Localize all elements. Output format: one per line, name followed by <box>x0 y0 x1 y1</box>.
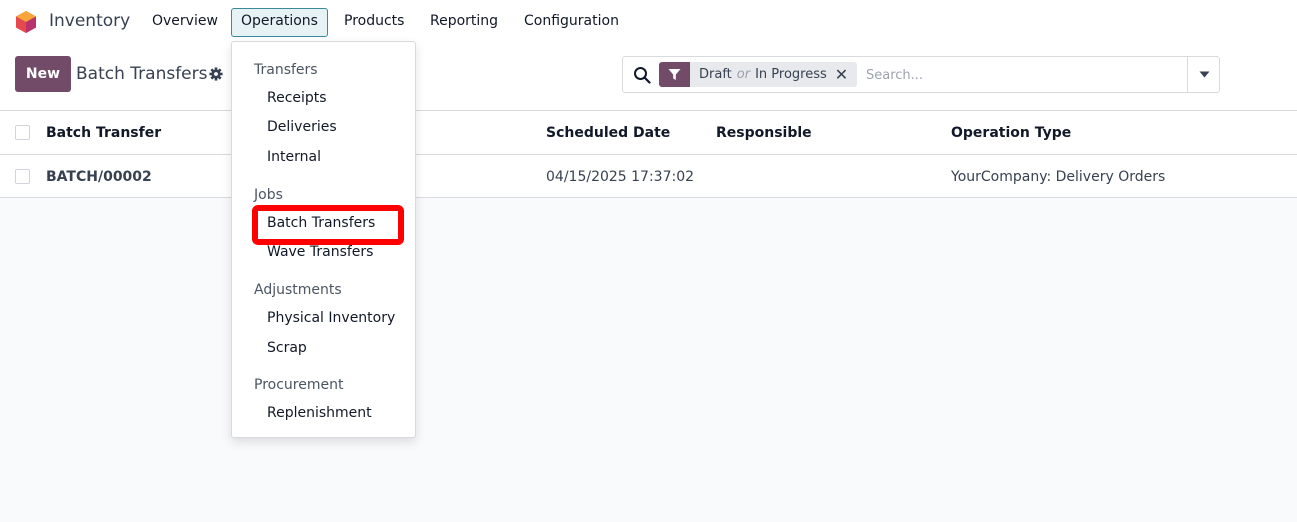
menu-item-physical-inventory[interactable]: Physical Inventory <box>267 310 395 326</box>
new-button[interactable]: New <box>15 56 71 92</box>
menu-item-deliveries[interactable]: Deliveries <box>267 119 337 135</box>
menu-section-procurement: Procurement <box>254 377 344 393</box>
page-title: Batch Transfers <box>76 64 208 84</box>
gear-icon[interactable] <box>209 67 223 81</box>
table-header: Batch Transfer Scheduled Date Responsibl… <box>0 110 1297 154</box>
cell-scheduled-date: 04/15/2025 17:37:02 <box>546 169 695 185</box>
nav-menu-reporting[interactable]: Reporting <box>430 13 498 29</box>
nav-menu-overview[interactable]: Overview <box>152 13 218 29</box>
operations-dropdown-menu: Transfers Receipts Deliveries Internal J… <box>231 41 416 438</box>
app-name[interactable]: Inventory <box>49 11 130 31</box>
menu-item-wave-transfers[interactable]: Wave Transfers <box>267 244 373 260</box>
menu-section-jobs: Jobs <box>254 187 283 203</box>
column-header-batch-transfer[interactable]: Batch Transfer <box>46 125 161 141</box>
menu-item-internal[interactable]: Internal <box>267 149 321 165</box>
batch-transfers-table: Batch Transfer Scheduled Date Responsibl… <box>0 110 1297 198</box>
cell-batch-transfer: BATCH/00002 <box>46 169 152 185</box>
filter-facet-text: Draft or In Progress <box>690 62 835 87</box>
close-icon[interactable]: ✕ <box>835 62 857 87</box>
nav-menu-products[interactable]: Products <box>344 13 404 29</box>
search-bar[interactable]: Draft or In Progress ✕ <box>622 56 1220 93</box>
control-panel: New Batch Transfers Draft or In Progress ✕ <box>0 44 1297 110</box>
facet-value-draft: Draft <box>699 67 732 82</box>
nav-menu-operations[interactable]: Operations <box>231 8 328 37</box>
menu-item-receipts[interactable]: Receipts <box>267 90 327 106</box>
menu-section-transfers: Transfers <box>254 62 318 78</box>
filter-icon <box>659 62 690 87</box>
column-header-responsible[interactable]: Responsible <box>716 125 812 141</box>
row-checkbox[interactable] <box>15 169 30 184</box>
select-all-checkbox[interactable] <box>15 125 30 140</box>
facet-separator: or <box>736 67 751 82</box>
highlight-box <box>252 205 404 245</box>
search-icon[interactable] <box>633 66 651 84</box>
table-row[interactable]: BATCH/00002 04/15/2025 17:37:02 YourComp… <box>0 154 1297 198</box>
facet-value-in-progress: In Progress <box>755 67 827 82</box>
column-header-scheduled-date[interactable]: Scheduled Date <box>546 125 670 141</box>
filter-facet[interactable]: Draft or In Progress ✕ <box>659 62 857 87</box>
search-input[interactable] <box>866 63 1181 87</box>
menu-item-replenishment[interactable]: Replenishment <box>267 405 372 421</box>
menu-item-scrap[interactable]: Scrap <box>267 340 307 356</box>
cell-operation-type: YourCompany: Delivery Orders <box>951 169 1166 185</box>
nav-menu-configuration[interactable]: Configuration <box>524 13 619 29</box>
search-options-toggle[interactable] <box>1187 57 1220 92</box>
menu-section-adjustments: Adjustments <box>254 282 342 298</box>
caret-down-icon <box>1199 71 1209 78</box>
top-navbar: Inventory Overview Operations Products R… <box>0 0 1297 44</box>
inventory-app-icon[interactable] <box>14 10 38 34</box>
column-header-operation-type[interactable]: Operation Type <box>951 125 1071 141</box>
